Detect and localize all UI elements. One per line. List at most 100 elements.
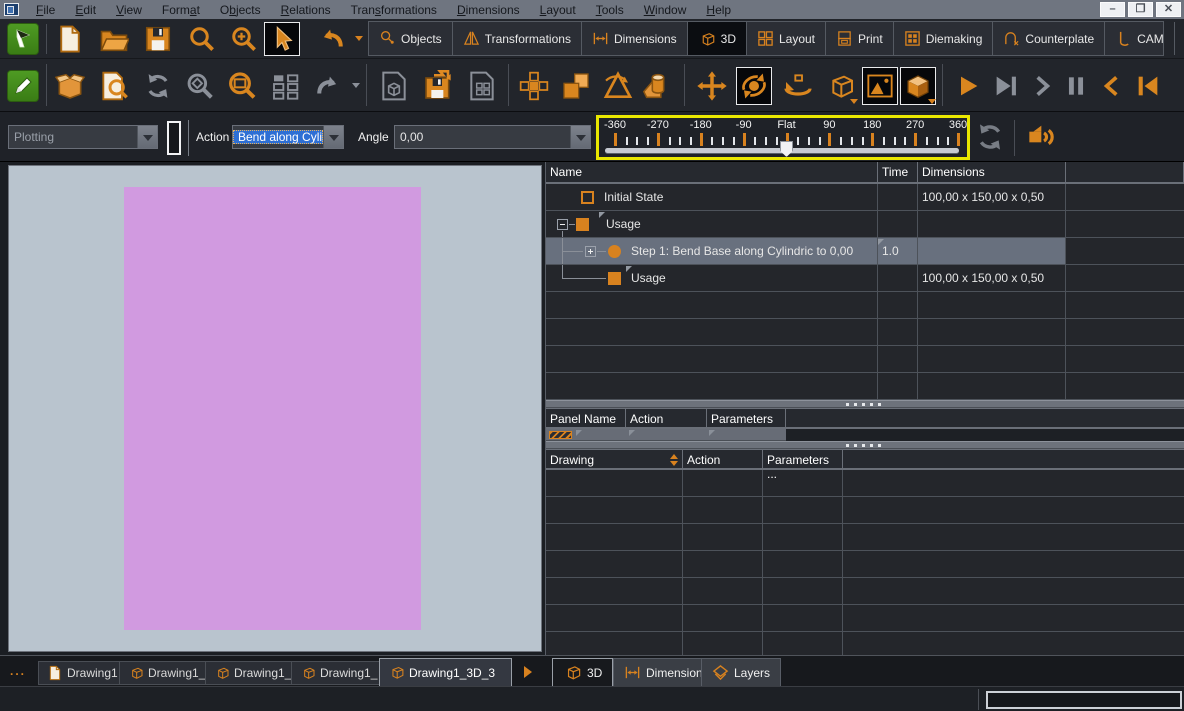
zoom-window-button[interactable] [224,67,260,105]
doc-tab-drawing1-4[interactable]: Drawing1_ [291,661,387,685]
expand-expander[interactable] [585,246,596,257]
panel-new-row[interactable] [546,429,786,441]
tree-row-initial-state[interactable]: Initial State 100,00 x 150,00 x 0,50 [546,184,1184,211]
menu-view[interactable]: View [107,1,151,19]
menu-relations[interactable]: Relations [272,1,340,19]
page-3d-button[interactable] [376,67,412,105]
angle-slider-thumb[interactable] [780,141,793,157]
tab-overflow-button[interactable]: ... [10,664,26,678]
step-forward-button[interactable] [1024,67,1060,105]
column-header-parameters[interactable]: Parameters ... [763,449,843,481]
tree-row-step1[interactable]: Step 1: Bend Base along Cylindric to 0,0… [546,238,1184,265]
close-button[interactable]: ✕ [1156,2,1181,17]
restore-button[interactable]: ❐ [1128,2,1153,17]
play-to-end-button[interactable] [988,67,1024,105]
sheet-object[interactable] [124,187,421,630]
zoom-button[interactable] [184,22,220,56]
collapse-expander[interactable] [557,219,568,230]
open-box-button[interactable] [52,67,88,105]
edit-drawing-button[interactable] [5,67,41,105]
ribbon-tab-objects[interactable]: Objects [369,22,453,55]
play-button[interactable] [950,67,986,105]
undo-button[interactable] [314,22,350,56]
ribbon-tab-dimensions[interactable]: Dimensions [582,22,688,55]
menu-edit[interactable]: Edit [66,1,105,19]
column-header-panel-name[interactable]: Panel Name [546,408,626,428]
bend-cone-button[interactable] [600,67,636,105]
export-save-button[interactable] [420,67,456,105]
horizontal-splitter[interactable] [546,400,1184,408]
pause-button[interactable] [1058,67,1094,105]
select-pointer-button[interactable] [264,22,300,56]
action-dropdown-button[interactable] [323,126,343,148]
sort-icon[interactable] [670,454,678,466]
redo-dropdown[interactable] [352,83,360,88]
layout-grid-button[interactable] [268,67,304,105]
bend-cylinder-button[interactable] [640,67,676,105]
column-header-action[interactable]: Action [626,408,707,428]
action-combo[interactable]: Bend along Cylindric [232,125,344,149]
move-button[interactable] [694,67,730,105]
menu-file[interactable]: File [27,1,64,19]
ribbon-tab-transformations[interactable]: Transformations [453,22,582,55]
menu-objects[interactable]: Objects [211,1,270,19]
horizontal-splitter[interactable] [546,441,1184,449]
column-header-parameters[interactable]: Parameters ... [707,408,786,440]
ribbon-tab-counterplate[interactable]: Counterplate [993,22,1106,55]
doc-tab-drawing1-3d-3[interactable]: Drawing1_3D_3 [379,658,512,686]
minimize-button[interactable]: – [1100,2,1125,17]
play-to-start-button[interactable] [1130,67,1166,105]
ribbon-tab-print[interactable]: Print [826,22,894,55]
angle-dropdown-button[interactable] [570,126,590,148]
column-header-name[interactable]: Name [546,162,878,182]
side-tab-layers[interactable]: Layers [701,658,782,687]
ribbon-tab-cam[interactable]: CAM [1105,22,1175,55]
ribbon-tab-relations[interactable]: Relations [1175,22,1184,55]
tree-row-usage-result[interactable]: Usage 100,00 x 150,00 x 0,50 [546,265,1184,292]
column-header-time[interactable]: Time [878,162,918,182]
side-tab-3d[interactable]: 3D [552,658,614,687]
zoom-in-button[interactable] [226,22,262,56]
record-video-button[interactable] [1022,120,1058,154]
menu-layout[interactable]: Layout [531,1,585,19]
open-button[interactable] [96,22,132,56]
new-document-button[interactable] [52,22,88,56]
column-header-drawing[interactable]: Drawing [546,449,683,469]
rotate-flat-button[interactable] [780,67,816,105]
rotate-orbit-button[interactable] [736,67,772,105]
loop-animation-button[interactable] [972,120,1008,154]
print-preview-button[interactable] [96,67,132,105]
menu-format[interactable]: Format [153,1,209,19]
ribbon-tab-3d[interactable]: 3D [687,22,747,55]
menu-help[interactable]: Help [697,1,740,19]
page-layout-button[interactable] [464,67,500,105]
doc-tab-drawing1-3[interactable]: Drawing1_ [205,661,301,685]
column-header-action[interactable]: Action [683,449,763,469]
menu-transformations[interactable]: Transformations [342,1,446,19]
angle-combo[interactable]: 0,00 [394,125,591,149]
refresh-button[interactable] [140,67,176,105]
save-button[interactable] [140,22,176,56]
menu-window[interactable]: Window [635,1,696,19]
unfold-box-button[interactable] [516,67,552,105]
render-solid-dropdown[interactable] [928,99,936,104]
menu-tools[interactable]: Tools [587,1,633,19]
copy-stack-button[interactable] [558,67,594,105]
doc-tab-drawing1-2[interactable]: Drawing1_ [119,661,215,685]
tree-row-usage-parent[interactable]: Usage [546,211,1184,238]
plotting-dropdown-button[interactable] [137,126,157,148]
ribbon-tab-diemaking[interactable]: Diemaking [894,22,994,55]
app-logo-button[interactable] [5,22,41,56]
column-header-dimensions[interactable]: Dimensions [918,162,1066,182]
step-back-button[interactable] [1094,67,1130,105]
cube-view-dropdown[interactable] [850,99,858,104]
plotting-combo[interactable]: Plotting [8,125,158,149]
tab-scroll-right-button[interactable] [524,666,532,678]
zoom-dynamic-button[interactable] [182,67,218,105]
tool-swatch[interactable] [167,121,181,155]
doc-tab-drawing1[interactable]: Drawing1 [38,661,127,685]
undo-dropdown[interactable] [355,36,363,41]
ribbon-tab-layout[interactable]: Layout [747,22,827,55]
render-image-button[interactable] [862,67,898,105]
menu-dimensions[interactable]: Dimensions [448,1,529,19]
